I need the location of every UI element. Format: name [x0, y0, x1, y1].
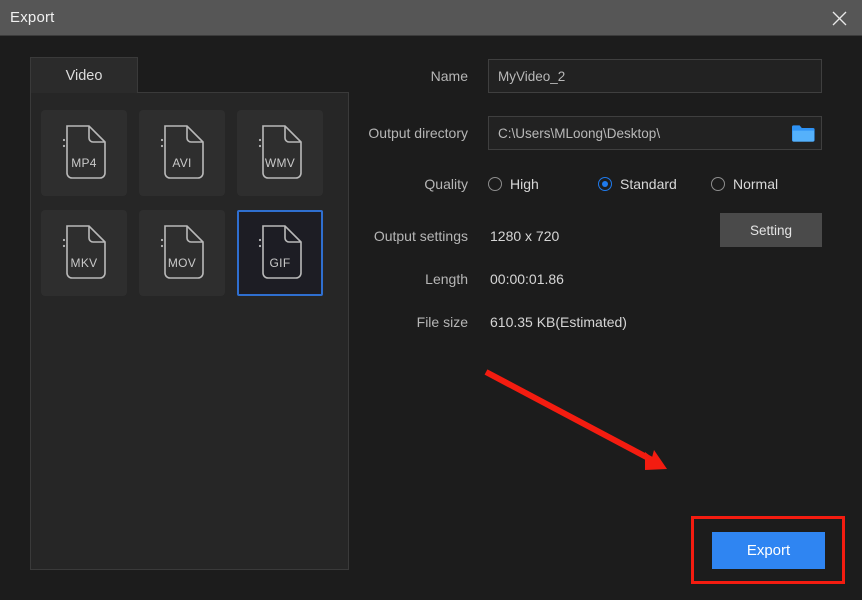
export-dialog: Export Video MP4 AVI WMV MKV MOV GIF Nam… [0, 0, 862, 600]
quality-label: Quality [424, 176, 468, 192]
setting-button[interactable]: Setting [720, 213, 822, 247]
close-icon [832, 11, 847, 26]
radio-standard-icon [598, 177, 612, 191]
title-bar: Export [0, 0, 862, 36]
quality-option-standard-label: Standard [620, 176, 677, 192]
format-tile-wmv[interactable]: WMV [237, 110, 323, 196]
quality-option-standard[interactable]: Standard [598, 176, 711, 192]
length-value: 00:00:01.86 [490, 271, 564, 287]
tab-video-label: Video [65, 67, 103, 84]
file-wmv-icon: WMV [254, 123, 306, 183]
format-tile-mkv-label: MKV [70, 256, 98, 270]
tab-video[interactable]: Video [30, 57, 138, 93]
name-input[interactable]: MyVideo_2 [488, 59, 822, 93]
export-button[interactable]: Export [712, 532, 825, 569]
output-settings-value: 1280 x 720 [490, 228, 560, 244]
format-tile-mp4[interactable]: MP4 [41, 110, 127, 196]
name-input-value: MyVideo_2 [498, 68, 566, 84]
file-size-label: File size [416, 314, 468, 330]
file-mov-icon: MOV [156, 223, 208, 283]
close-button[interactable] [816, 0, 862, 36]
file-gif-icon: GIF [254, 223, 306, 283]
file-avi-icon: AVI [156, 123, 208, 183]
quality-option-high[interactable]: High [488, 176, 598, 192]
name-label: Name [430, 68, 468, 84]
format-tile-mov[interactable]: MOV [139, 210, 225, 296]
arrow-to-export-button [484, 369, 667, 470]
format-tile-gif[interactable]: GIF [237, 210, 323, 296]
format-tile-avi-label: AVI [172, 156, 192, 170]
format-panel: MP4 AVI WMV MKV MOV GIF [30, 92, 349, 570]
output-directory-value: C:\Users\MLoong\Desktop\ [498, 125, 661, 141]
quality-radio-group: High Standard Normal [488, 176, 778, 192]
radio-normal-icon [711, 177, 725, 191]
format-tile-gif-label: GIF [269, 256, 291, 270]
quality-option-normal[interactable]: Normal [711, 176, 778, 192]
format-tile-avi[interactable]: AVI [139, 110, 225, 196]
output-directory-input[interactable]: C:\Users\MLoong\Desktop\ [488, 116, 822, 150]
quality-option-normal-label: Normal [733, 176, 779, 192]
format-tile-mkv[interactable]: MKV [41, 210, 127, 296]
length-label: Length [425, 271, 468, 287]
format-tile-grid: MP4 AVI WMV MKV MOV GIF [41, 110, 341, 296]
window-title: Export [10, 9, 55, 26]
file-mp4-icon: MP4 [58, 123, 110, 183]
file-size-value: 610.35 KB(Estimated) [490, 314, 627, 330]
format-tile-mp4-label: MP4 [71, 156, 97, 170]
quality-option-high-label: High [510, 176, 539, 192]
output-directory-label: Output directory [368, 125, 468, 141]
folder-icon[interactable] [791, 123, 815, 144]
format-tile-wmv-label: WMV [264, 156, 296, 170]
file-mkv-icon: MKV [58, 223, 110, 283]
radio-high-icon [488, 177, 502, 191]
output-settings-label: Output settings [373, 228, 468, 244]
format-tile-mov-label: MOV [167, 256, 197, 270]
